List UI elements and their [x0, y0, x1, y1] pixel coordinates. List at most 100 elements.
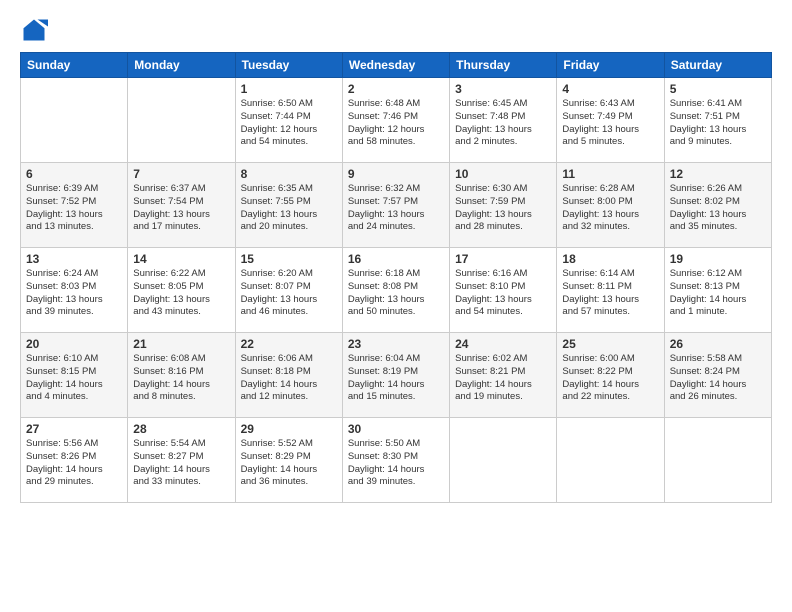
day-info: Sunrise: 6:32 AM Sunset: 7:57 PM Dayligh… — [348, 183, 444, 234]
day-info: Sunrise: 6:30 AM Sunset: 7:59 PM Dayligh… — [455, 183, 551, 234]
header — [20, 16, 772, 44]
day-info: Sunrise: 6:41 AM Sunset: 7:51 PM Dayligh… — [670, 98, 766, 149]
calendar-cell: 30 Sunrise: 5:50 AM Sunset: 8:30 PM Dayli… — [342, 418, 449, 503]
week-row-2: 6 Sunrise: 6:39 AM Sunset: 7:52 PM Daylig… — [21, 163, 772, 248]
calendar-cell: 29 Sunrise: 5:52 AM Sunset: 8:29 PM Dayli… — [235, 418, 342, 503]
week-row-3: 13 Sunrise: 6:24 AM Sunset: 8:03 PM Dayli… — [21, 248, 772, 333]
weekday-header-row: SundayMondayTuesdayWednesdayThursdayFrid… — [21, 53, 772, 78]
day-info: Sunrise: 6:06 AM Sunset: 8:18 PM Dayligh… — [241, 353, 337, 404]
calendar-cell: 28 Sunrise: 5:54 AM Sunset: 8:27 PM Dayli… — [128, 418, 235, 503]
day-number: 17 — [455, 252, 551, 266]
calendar-cell: 23 Sunrise: 6:04 AM Sunset: 8:19 PM Dayli… — [342, 333, 449, 418]
day-number: 14 — [133, 252, 229, 266]
day-info: Sunrise: 6:37 AM Sunset: 7:54 PM Dayligh… — [133, 183, 229, 234]
calendar-cell: 9 Sunrise: 6:32 AM Sunset: 7:57 PM Daylig… — [342, 163, 449, 248]
day-info: Sunrise: 5:54 AM Sunset: 8:27 PM Dayligh… — [133, 438, 229, 489]
calendar-cell: 14Sunrise: 6:22 AM Sunset: 8:05 PM Dayli… — [128, 248, 235, 333]
day-info: Sunrise: 5:56 AM Sunset: 8:26 PM Dayligh… — [26, 438, 122, 489]
calendar-cell: 3 Sunrise: 6:45 AM Sunset: 7:48 PM Daylig… — [450, 78, 557, 163]
weekday-sunday: Sunday — [21, 53, 128, 78]
day-number: 22 — [241, 337, 337, 351]
day-info: Sunrise: 6:43 AM Sunset: 7:49 PM Dayligh… — [562, 98, 658, 149]
day-info: Sunrise: 6:35 AM Sunset: 7:55 PM Dayligh… — [241, 183, 337, 234]
calendar-cell: 22 Sunrise: 6:06 AM Sunset: 8:18 PM Dayli… — [235, 333, 342, 418]
day-number: 30 — [348, 422, 444, 436]
calendar-cell: 10 Sunrise: 6:30 AM Sunset: 7:59 PM Dayli… — [450, 163, 557, 248]
calendar-cell — [21, 78, 128, 163]
calendar-cell: 13 Sunrise: 6:24 AM Sunset: 8:03 PM Dayli… — [21, 248, 128, 333]
day-info: Sunrise: 6:16 AM Sunset: 8:10 PM Dayligh… — [455, 268, 551, 319]
day-number: 25 — [562, 337, 658, 351]
day-number: 18 — [562, 252, 658, 266]
calendar-cell: 16 Sunrise: 6:18 AM Sunset: 8:08 PM Dayli… — [342, 248, 449, 333]
day-number: 19 — [670, 252, 766, 266]
day-info: Sunrise: 6:12 AM Sunset: 8:13 PM Dayligh… — [670, 268, 766, 319]
weekday-tuesday: Tuesday — [235, 53, 342, 78]
calendar-cell: 11 Sunrise: 6:28 AM Sunset: 8:00 PM Dayli… — [557, 163, 664, 248]
calendar-table: SundayMondayTuesdayWednesdayThursdayFrid… — [20, 52, 772, 503]
day-number: 5 — [670, 82, 766, 96]
calendar-cell: 18 Sunrise: 6:14 AM Sunset: 8:11 PM Dayli… — [557, 248, 664, 333]
day-number: 7 — [133, 167, 229, 181]
calendar-cell: 26 Sunrise: 5:58 AM Sunset: 8:24 PM Dayli… — [664, 333, 771, 418]
day-info: Sunrise: 6:28 AM Sunset: 8:00 PM Dayligh… — [562, 183, 658, 234]
day-number: 29 — [241, 422, 337, 436]
day-info: Sunrise: 6:48 AM Sunset: 7:46 PM Dayligh… — [348, 98, 444, 149]
calendar-cell: 2 Sunrise: 6:48 AM Sunset: 7:46 PM Daylig… — [342, 78, 449, 163]
logo-icon — [20, 16, 48, 44]
day-number: 20 — [26, 337, 122, 351]
weekday-saturday: Saturday — [664, 53, 771, 78]
day-number: 9 — [348, 167, 444, 181]
day-number: 13 — [26, 252, 122, 266]
day-number: 12 — [670, 167, 766, 181]
page: SundayMondayTuesdayWednesdayThursdayFrid… — [0, 0, 792, 612]
day-info: Sunrise: 5:58 AM Sunset: 8:24 PM Dayligh… — [670, 353, 766, 404]
logo — [20, 16, 52, 44]
day-number: 23 — [348, 337, 444, 351]
day-info: Sunrise: 6:02 AM Sunset: 8:21 PM Dayligh… — [455, 353, 551, 404]
week-row-1: 1 Sunrise: 6:50 AM Sunset: 7:44 PM Daylig… — [21, 78, 772, 163]
day-info: Sunrise: 6:14 AM Sunset: 8:11 PM Dayligh… — [562, 268, 658, 319]
day-info: Sunrise: 6:18 AM Sunset: 8:08 PM Dayligh… — [348, 268, 444, 319]
day-info: Sunrise: 6:20 AM Sunset: 8:07 PM Dayligh… — [241, 268, 337, 319]
calendar-cell: 15Sunrise: 6:20 AM Sunset: 8:07 PM Dayli… — [235, 248, 342, 333]
weekday-friday: Friday — [557, 53, 664, 78]
day-number: 4 — [562, 82, 658, 96]
day-info: Sunrise: 6:04 AM Sunset: 8:19 PM Dayligh… — [348, 353, 444, 404]
calendar-cell: 8 Sunrise: 6:35 AM Sunset: 7:55 PM Daylig… — [235, 163, 342, 248]
calendar-cell: 27Sunrise: 5:56 AM Sunset: 8:26 PM Dayli… — [21, 418, 128, 503]
day-number: 28 — [133, 422, 229, 436]
weekday-monday: Monday — [128, 53, 235, 78]
calendar-cell: 21Sunrise: 6:08 AM Sunset: 8:16 PM Dayli… — [128, 333, 235, 418]
calendar-cell — [664, 418, 771, 503]
day-info: Sunrise: 6:39 AM Sunset: 7:52 PM Dayligh… — [26, 183, 122, 234]
day-number: 16 — [348, 252, 444, 266]
day-info: Sunrise: 5:52 AM Sunset: 8:29 PM Dayligh… — [241, 438, 337, 489]
calendar-cell: 20 Sunrise: 6:10 AM Sunset: 8:15 PM Dayli… — [21, 333, 128, 418]
day-number: 2 — [348, 82, 444, 96]
day-number: 24 — [455, 337, 551, 351]
calendar-cell — [128, 78, 235, 163]
calendar-cell: 1 Sunrise: 6:50 AM Sunset: 7:44 PM Daylig… — [235, 78, 342, 163]
day-info: Sunrise: 6:24 AM Sunset: 8:03 PM Dayligh… — [26, 268, 122, 319]
day-number: 1 — [241, 82, 337, 96]
day-info: Sunrise: 5:50 AM Sunset: 8:30 PM Dayligh… — [348, 438, 444, 489]
weekday-wednesday: Wednesday — [342, 53, 449, 78]
day-number: 10 — [455, 167, 551, 181]
day-number: 26 — [670, 337, 766, 351]
calendar-cell: 24 Sunrise: 6:02 AM Sunset: 8:21 PM Dayli… — [450, 333, 557, 418]
day-number: 21 — [133, 337, 229, 351]
day-info: Sunrise: 6:45 AM Sunset: 7:48 PM Dayligh… — [455, 98, 551, 149]
day-info: Sunrise: 6:10 AM Sunset: 8:15 PM Dayligh… — [26, 353, 122, 404]
calendar-cell: 5 Sunrise: 6:41 AM Sunset: 7:51 PM Daylig… — [664, 78, 771, 163]
week-row-4: 20 Sunrise: 6:10 AM Sunset: 8:15 PM Dayli… — [21, 333, 772, 418]
day-number: 3 — [455, 82, 551, 96]
day-info: Sunrise: 6:26 AM Sunset: 8:02 PM Dayligh… — [670, 183, 766, 234]
calendar-cell — [450, 418, 557, 503]
day-number: 8 — [241, 167, 337, 181]
day-info: Sunrise: 6:50 AM Sunset: 7:44 PM Dayligh… — [241, 98, 337, 149]
day-number: 6 — [26, 167, 122, 181]
day-number: 11 — [562, 167, 658, 181]
calendar-cell: 17 Sunrise: 6:16 AM Sunset: 8:10 PM Dayli… — [450, 248, 557, 333]
calendar-cell — [557, 418, 664, 503]
